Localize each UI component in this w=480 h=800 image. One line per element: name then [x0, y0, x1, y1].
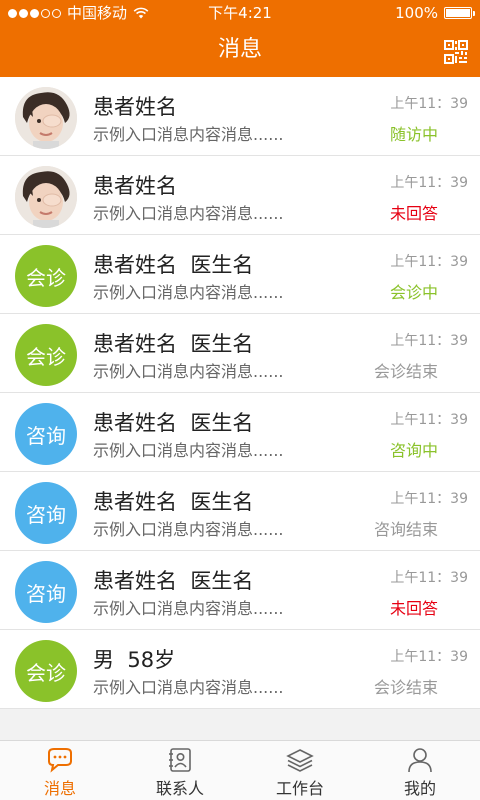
- tab-label: 联系人: [155, 779, 204, 798]
- inquiry-badge: 咨询: [15, 482, 77, 544]
- tab-workbench[interactable]: 工作台: [240, 741, 360, 800]
- message-preview: 示例入口消息内容消息......: [93, 204, 284, 223]
- message-time: 上午11：39: [390, 96, 468, 112]
- contact-name: 患者姓名 医生名: [93, 332, 254, 356]
- message-preview: 示例入口消息内容消息......: [93, 678, 284, 697]
- consult-badge: 会诊: [15, 245, 77, 307]
- contact-name: 患者姓名 医生名: [93, 490, 254, 514]
- tab-label: 消息: [43, 779, 76, 798]
- message-row[interactable]: 会诊 患者姓名 医生名示例入口消息内容消息...... 上午11：39 会诊中: [0, 235, 480, 314]
- message-row[interactable]: 患者姓名示例入口消息内容消息...... 上午11：39 未回答: [0, 156, 480, 235]
- contact-name: 患者姓名: [93, 95, 177, 119]
- status-label: 咨询中: [389, 441, 438, 460]
- tab-contacts[interactable]: 联系人: [120, 741, 240, 800]
- message-preview: 示例入口消息内容消息......: [93, 441, 284, 460]
- message-time: 上午11：39: [390, 570, 468, 586]
- contact-name: 患者姓名 医生名: [93, 253, 254, 277]
- message-time: 上午11：39: [390, 649, 468, 665]
- consult-badge: 会诊: [15, 640, 77, 702]
- message-preview: 示例入口消息内容消息......: [93, 125, 284, 144]
- status-label: 会诊结束: [373, 678, 438, 697]
- consult-badge: 会诊: [15, 324, 77, 386]
- contact-name: 男 58岁: [93, 648, 176, 672]
- status-label: 未回答: [389, 204, 438, 223]
- tab-label: 工作台: [275, 779, 324, 798]
- message-preview: 示例入口消息内容消息......: [93, 599, 284, 618]
- battery-icon: [444, 7, 475, 19]
- message-time: 上午11：39: [390, 333, 468, 349]
- inquiry-badge: 咨询: [15, 561, 77, 623]
- contact-name: 患者姓名: [93, 174, 177, 198]
- layers-icon: [286, 749, 314, 772]
- status-bar: 中国移动 下午4:21 100%: [0, 0, 480, 26]
- message-row[interactable]: 咨询 患者姓名 医生名示例入口消息内容消息...... 上午11：39 未回答: [0, 551, 480, 630]
- message-row[interactable]: 咨询 患者姓名 医生名示例入口消息内容消息...... 上午11：39 咨询中: [0, 393, 480, 472]
- status-label: 随访中: [389, 125, 438, 144]
- chat-bubble-icon: [48, 748, 72, 773]
- top-bar: 中国移动 下午4:21 100% 消息: [0, 0, 480, 77]
- tab-messages[interactable]: 消息: [0, 741, 120, 800]
- message-row[interactable]: 患者姓名示例入口消息内容消息...... 上午11：39 随访中: [0, 77, 480, 156]
- message-preview: 示例入口消息内容消息......: [93, 283, 284, 302]
- message-preview: 示例入口消息内容消息......: [93, 520, 284, 539]
- message-list: 患者姓名 示例入口消息内容消息...... 上午11：39 随访中 患者姓名 示例入口消息…: [0, 77, 480, 709]
- battery-percent: 100%: [395, 4, 438, 22]
- status-label: 咨询结束: [373, 520, 438, 539]
- message-time: 上午11：39: [390, 175, 468, 191]
- message-time: 上午11：39: [390, 491, 468, 507]
- message-row[interactable]: 会诊男 58岁示例入口消息内容消息...... 上午11：39 会诊结束: [0, 630, 480, 709]
- message-time: 上午11：39: [390, 254, 468, 270]
- bottom-tab-bar: 消息 联系人 工作台 我的: [0, 740, 480, 800]
- status-label: 未回答: [389, 599, 438, 618]
- patient-avatar: [15, 87, 77, 149]
- status-label: 会诊结束: [373, 362, 438, 381]
- contact-name: 患者姓名 医生名: [93, 411, 254, 435]
- child-photo-icon: [15, 166, 77, 228]
- contacts-icon: [169, 748, 191, 772]
- message-row[interactable]: 会诊 患者姓名 医生名示例入口消息内容消息...... 上午11：39 会诊结束: [0, 314, 480, 393]
- tab-label: 我的: [403, 779, 436, 798]
- contact-name: 患者姓名 医生名: [93, 569, 254, 593]
- person-icon: [408, 748, 432, 773]
- message-time: 上午11：39: [390, 412, 468, 428]
- tab-profile[interactable]: 我的: [360, 741, 480, 800]
- patient-avatar: [15, 166, 77, 228]
- message-row[interactable]: 咨询 患者姓名 医生名示例入口消息内容消息...... 上午11：39 咨询结束: [0, 472, 480, 551]
- page-title: 消息: [217, 37, 262, 62]
- status-label: 会诊中: [389, 283, 438, 302]
- message-preview: 示例入口消息内容消息......: [93, 362, 284, 381]
- qr-code-icon[interactable]: [444, 40, 468, 64]
- child-photo-icon: [15, 87, 77, 149]
- inquiry-badge: 咨询: [15, 403, 77, 465]
